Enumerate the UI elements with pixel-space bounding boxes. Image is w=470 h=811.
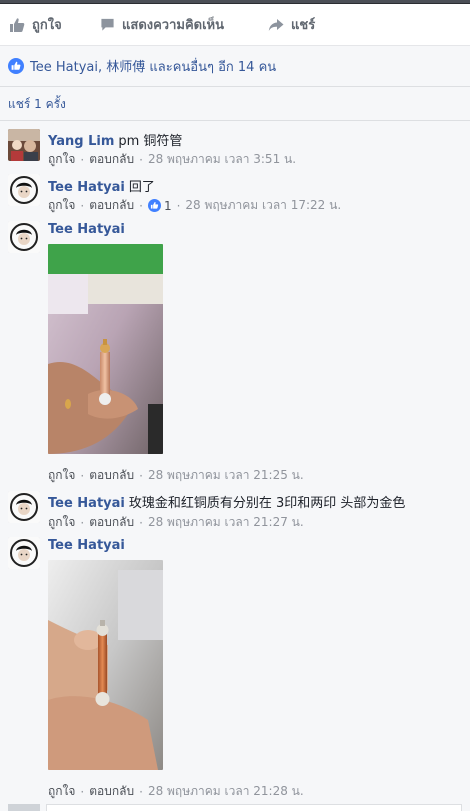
avatar-photo xyxy=(8,129,40,161)
comment-author[interactable]: Tee Hatyai xyxy=(48,180,125,195)
shares-count[interactable]: แชร์ 1 ครั้ง xyxy=(8,93,66,115)
like-button-label: ถูกใจ xyxy=(32,18,62,33)
comment-text: pm 铜符管 xyxy=(118,134,183,149)
comment-text: 回了 xyxy=(128,180,155,195)
comment-4-actions: ถูกใจ · ตอบกลับ · 28 พฤษภาคม เวลา 21:27 … xyxy=(48,513,304,532)
comment-timestamp[interactable]: 28 พฤษภาคม เวลา 21:27 น. xyxy=(148,513,304,532)
thumbs-up-icon xyxy=(10,17,25,32)
share-arrow-icon xyxy=(268,18,284,31)
comment-bubble-icon xyxy=(101,18,114,31)
separator-dot: · xyxy=(139,468,143,483)
comment-like-link[interactable]: ถูกใจ xyxy=(48,150,75,169)
comment-like-link[interactable]: ถูกใจ xyxy=(48,513,75,532)
amulet-photo xyxy=(48,560,163,770)
post-action-bar: ถูกใจ แสดงความคิดเห็น แชร์ xyxy=(0,4,470,46)
avatar[interactable] xyxy=(8,174,40,206)
comment-reply-link[interactable]: ตอบกลับ xyxy=(89,782,134,801)
avatar-photo xyxy=(8,221,40,253)
comment-author[interactable]: Yang Lim xyxy=(48,134,114,149)
comment-like-link[interactable]: ถูกใจ xyxy=(48,196,75,215)
separator-dot: · xyxy=(139,515,143,530)
avatar-photo xyxy=(8,174,40,206)
comment-3-actions: ถูกใจ · ตอบกลับ · 28 พฤษภาคม เวลา 21:25 … xyxy=(48,466,304,485)
comment-button[interactable]: แสดงความคิดเห็น xyxy=(100,4,224,45)
comment-reply-link[interactable]: ตอบกลับ xyxy=(89,513,134,532)
comment-timestamp[interactable]: 28 พฤษภาคม เวลา 21:25 น. xyxy=(148,466,304,485)
separator-dot: · xyxy=(80,468,85,483)
comment-author[interactable]: Tee Hatyai xyxy=(48,222,125,237)
separator-dot: · xyxy=(139,152,143,167)
write-comment-row xyxy=(0,804,470,811)
comment-author[interactable]: Tee Hatyai xyxy=(48,496,125,511)
comment-reply-link[interactable]: ตอบกลับ xyxy=(89,150,134,169)
comment-timestamp[interactable]: 28 พฤษภาคม เวลา 21:28 น. xyxy=(148,782,304,801)
comment-text: 玫瑰金和红铜质有分别在 3印和两印 头部为金色 xyxy=(128,496,406,511)
like-reaction-icon xyxy=(8,58,24,74)
comment-timestamp[interactable]: 28 พฤษภาคม เวลา 3:51 น. xyxy=(148,150,296,169)
avatar[interactable] xyxy=(8,537,40,569)
comment-author[interactable]: Tee Hatyai xyxy=(48,538,125,553)
comment-timestamp[interactable]: 28 พฤษภาคม เวลา 17:22 น. xyxy=(185,196,341,215)
comment-reply-link[interactable]: ตอบกลับ xyxy=(89,196,134,215)
separator-dot: · xyxy=(80,515,85,530)
reaction-count: 1 xyxy=(163,198,172,213)
share-button[interactable]: แชร์ xyxy=(268,4,315,45)
avatar[interactable] xyxy=(8,221,40,253)
comment-like-link[interactable]: ถูกใจ xyxy=(48,466,75,485)
avatar-photo xyxy=(8,491,40,523)
comment-2: Tee Hatyai 回了 xyxy=(48,176,155,195)
share-button-label: แชร์ xyxy=(291,18,316,33)
avatar[interactable] xyxy=(8,491,40,523)
separator-dot: · xyxy=(139,784,143,799)
separator-dot: · xyxy=(80,198,85,213)
avatar xyxy=(8,804,40,811)
comment-photo[interactable] xyxy=(48,560,163,770)
like-button[interactable]: ถูกใจ xyxy=(9,4,62,45)
amulet-photo xyxy=(48,244,163,454)
comment-5-actions: ถูกใจ · ตอบกลับ · 28 พฤษภาคม เวลา 21:28 … xyxy=(48,782,304,801)
avatar-photo xyxy=(8,537,40,569)
comment-reply-link[interactable]: ตอบกลับ xyxy=(89,466,134,485)
comment-1-actions: ถูกใจ · ตอบกลับ · 28 พฤษภาคม เวลา 3:51 น… xyxy=(48,150,296,169)
comment-photo[interactable] xyxy=(48,244,163,454)
comment-button-label: แสดงความคิดเห็น xyxy=(122,18,225,33)
like-reaction-icon xyxy=(147,199,161,212)
comment-like-link[interactable]: ถูกใจ xyxy=(48,782,75,801)
likes-summary-text[interactable]: Tee Hatyai, 林师傅 และคนอื่นๆ อีก 14 คน xyxy=(30,56,276,77)
comment-4: Tee Hatyai 玫瑰金和红铜质有分别在 3印和两印 头部为金色 xyxy=(48,492,405,511)
comment-3: Tee Hatyai xyxy=(48,222,129,237)
comment-2-actions: ถูกใจ · ตอบกลับ · 1 · 28 พฤษภาคม เวลา 17… xyxy=(48,196,341,215)
divider xyxy=(0,120,470,121)
avatar[interactable] xyxy=(8,129,40,161)
comment-1: Yang Lim pm 铜符管 xyxy=(48,130,182,149)
likes-summary: Tee Hatyai, 林师傅 และคนอื่นๆ อีก 14 คน xyxy=(0,46,470,87)
comment-5: Tee Hatyai xyxy=(48,538,129,553)
separator-dot: · xyxy=(176,198,181,213)
separator-dot: · xyxy=(80,152,85,167)
separator-dot: · xyxy=(80,784,85,799)
comment-reactions[interactable]: 1 xyxy=(147,198,172,213)
comment-input[interactable] xyxy=(46,804,462,811)
separator-dot: · xyxy=(139,198,143,213)
